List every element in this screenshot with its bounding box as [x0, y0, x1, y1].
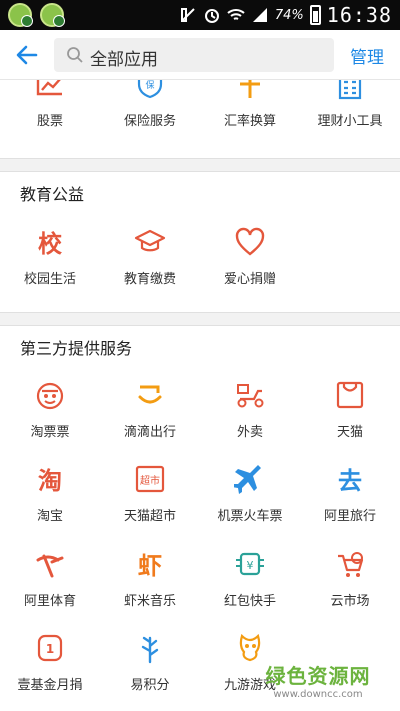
app-item-insurance[interactable]: 保 保险服务 — [100, 80, 200, 129]
mute-icon — [179, 6, 197, 24]
taopiaopiao-icon — [36, 382, 64, 410]
didi-icon — [138, 385, 162, 404]
app-item-taobao[interactable]: 淘 淘宝 — [0, 463, 100, 524]
app-item-tmall[interactable]: 天猫 — [300, 379, 400, 440]
section-divider — [0, 158, 400, 172]
app-label: 机票火车票 — [217, 509, 283, 524]
notification-app-icon — [8, 3, 33, 27]
wifi-icon — [227, 6, 245, 24]
search-bar[interactable]: 全部应用 — [54, 38, 334, 72]
svg-text:校: 校 — [38, 230, 63, 258]
signal-icon — [251, 6, 269, 24]
airplane-icon — [234, 465, 261, 494]
app-label: 外卖 — [236, 425, 263, 440]
svg-text:去: 去 — [338, 467, 362, 495]
app-item-tmall-supermarket[interactable]: 超市 天猫超市 — [100, 463, 200, 524]
app-item-points[interactable]: 易积分 — [100, 632, 200, 693]
app-label: 壹基金月捐 — [17, 678, 83, 693]
app-label: 云市场 — [330, 594, 370, 609]
scooter-icon — [237, 384, 264, 408]
sports-icon — [36, 554, 64, 578]
watermark-url: www.downcc.com — [273, 689, 363, 700]
campus-icon: 校 — [38, 230, 63, 258]
calculator-icon — [300, 80, 400, 100]
app-item-ali-travel[interactable]: 去 阿里旅行 — [300, 463, 400, 524]
app-item-edu-payment[interactable]: 教育缴费 — [100, 226, 200, 287]
section-title-education: 教育公益 — [20, 185, 85, 204]
app-item-yijijin[interactable]: 1 壹基金月捐 — [0, 632, 100, 693]
charity-icon: 1 — [37, 634, 63, 662]
app-item-taopiaopiao[interactable]: 淘票票 — [0, 379, 100, 440]
cloud-market-icon — [338, 552, 364, 577]
watermark: 绿色资源网 www.downcc.com — [258, 660, 378, 700]
app-label: 虾米音乐 — [123, 594, 176, 609]
svg-text:¥: ¥ — [247, 559, 254, 572]
app-item-cloud-market[interactable]: 云市场 — [300, 548, 400, 609]
clock: 16:38 — [326, 3, 392, 27]
manage-button[interactable]: 管理 — [350, 43, 384, 68]
svg-text:虾: 虾 — [138, 552, 162, 580]
section-divider — [0, 312, 400, 326]
svg-text:超市: 超市 — [140, 474, 160, 487]
app-item-exchange[interactable]: 汇率换算 — [200, 80, 300, 129]
tmall-bag-icon — [336, 381, 364, 409]
watermark-title: 绿色资源网 — [265, 664, 371, 688]
app-item-flight-train[interactable]: 机票火车票 — [200, 463, 300, 524]
app-label: 阿里体育 — [23, 594, 76, 609]
app-item-waimai[interactable]: 外卖 — [200, 379, 300, 440]
taobao-icon: 淘 — [38, 467, 62, 495]
battery-percent: 74% — [274, 7, 304, 23]
supermarket-icon: 超市 — [135, 465, 165, 493]
app-item-didi[interactable]: 滴滴出行 — [100, 379, 200, 440]
insurance-shield-icon: 保 — [100, 80, 200, 100]
app-label: 淘宝 — [36, 509, 63, 524]
app-item-stock[interactable]: 股票 — [0, 80, 100, 129]
app-label: 淘票票 — [30, 425, 70, 440]
red-envelope-icon: ¥ — [236, 552, 264, 576]
heart-icon — [235, 227, 265, 256]
svg-text:淘: 淘 — [38, 467, 62, 495]
svg-text:1: 1 — [46, 642, 54, 656]
app-label: 红包快手 — [223, 594, 276, 609]
alarm-icon — [203, 6, 221, 24]
app-label: 阿里旅行 — [323, 509, 376, 524]
app-label: 滴滴出行 — [123, 425, 176, 440]
app-label: 爱心捐赠 — [223, 272, 276, 287]
travel-icon: 去 — [338, 467, 362, 495]
app-item-calculator[interactable]: 理财小工具 — [300, 80, 400, 129]
notification-app-icon — [40, 3, 65, 27]
app-header: 全部应用 管理 — [0, 30, 400, 80]
app-label: 股票 — [36, 114, 63, 129]
app-item-ali-sports[interactable]: 阿里体育 — [0, 548, 100, 609]
app-item-campus[interactable]: 校 校园生活 — [0, 226, 100, 287]
app-item-red-envelope[interactable]: ¥ 红包快手 — [200, 548, 300, 609]
app-label: 汇率换算 — [223, 114, 276, 129]
section-title-third-party: 第三方提供服务 — [20, 339, 133, 358]
search-text: 全部应用 — [90, 50, 158, 70]
battery-icon — [309, 5, 321, 25]
xiami-music-icon: 虾 — [138, 552, 162, 580]
app-label: 教育缴费 — [123, 272, 176, 287]
app-label: 校园生活 — [23, 272, 76, 287]
app-label: 天猫超市 — [123, 509, 176, 524]
status-bar: 74% 16:38 — [0, 0, 400, 30]
app-item-donation[interactable]: 爱心捐赠 — [200, 226, 300, 287]
back-arrow-icon[interactable] — [14, 42, 40, 68]
app-label: 保险服务 — [123, 114, 176, 129]
exchange-icon — [200, 80, 300, 100]
app-label: 易积分 — [130, 678, 170, 693]
svg-text:保: 保 — [145, 80, 154, 91]
app-label: 天猫 — [336, 425, 363, 440]
search-icon — [67, 47, 83, 63]
stock-chart-icon — [0, 80, 100, 100]
app-label: 理财小工具 — [317, 114, 383, 129]
app-item-xiami[interactable]: 虾 虾米音乐 — [100, 548, 200, 609]
graduation-cap-icon — [134, 229, 166, 252]
points-icon — [141, 636, 159, 664]
